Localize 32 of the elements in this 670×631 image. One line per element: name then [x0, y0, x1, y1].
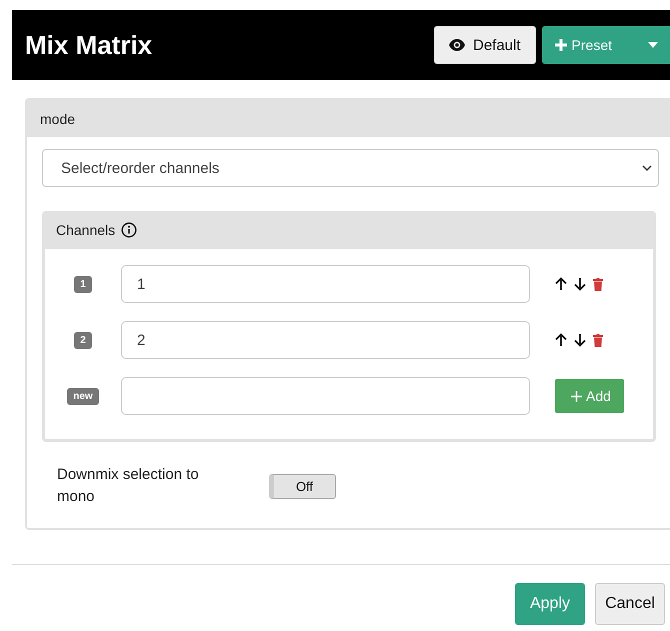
page-title: Mix Matrix — [25, 30, 152, 60]
channel-badge: 2 — [74, 332, 92, 348]
move-up-button[interactable] — [555, 277, 567, 291]
plus-icon — [554, 39, 567, 51]
setting-label: Downmix selection to mono — [57, 465, 200, 507]
up-arrow-icon — [555, 333, 567, 347]
trash-icon — [593, 334, 603, 346]
section-heading: Channels — [56, 222, 116, 238]
delete-button[interactable] — [593, 278, 603, 290]
channel-field[interactable]: 1 — [121, 265, 530, 303]
move-up-button[interactable] — [555, 333, 567, 347]
cancel-button[interactable]: Cancel — [595, 583, 665, 625]
channel-badge: 1 — [74, 276, 92, 292]
trash-icon — [593, 278, 603, 290]
plus-icon — [571, 390, 582, 402]
mode-select[interactable]: Select/reorder channels — [42, 149, 659, 187]
down-arrow-icon — [574, 333, 586, 347]
delete-button[interactable] — [593, 334, 603, 346]
up-arrow-icon — [555, 277, 567, 291]
info-icon — [121, 222, 138, 238]
channel-field[interactable]: 2 — [121, 321, 530, 359]
toggle-switch[interactable]: Off — [269, 474, 336, 498]
down-arrow-icon — [574, 277, 586, 291]
caret-icon — [648, 42, 658, 48]
move-down-button[interactable] — [574, 333, 586, 347]
default-button[interactable]: Default — [434, 26, 536, 64]
section-heading: mode — [40, 110, 76, 126]
channel-badge: new — [67, 388, 99, 404]
eye-icon — [449, 39, 465, 51]
chevron-icon — [642, 165, 652, 171]
channel-field[interactable] — [121, 377, 530, 415]
move-down-button[interactable] — [574, 277, 586, 291]
